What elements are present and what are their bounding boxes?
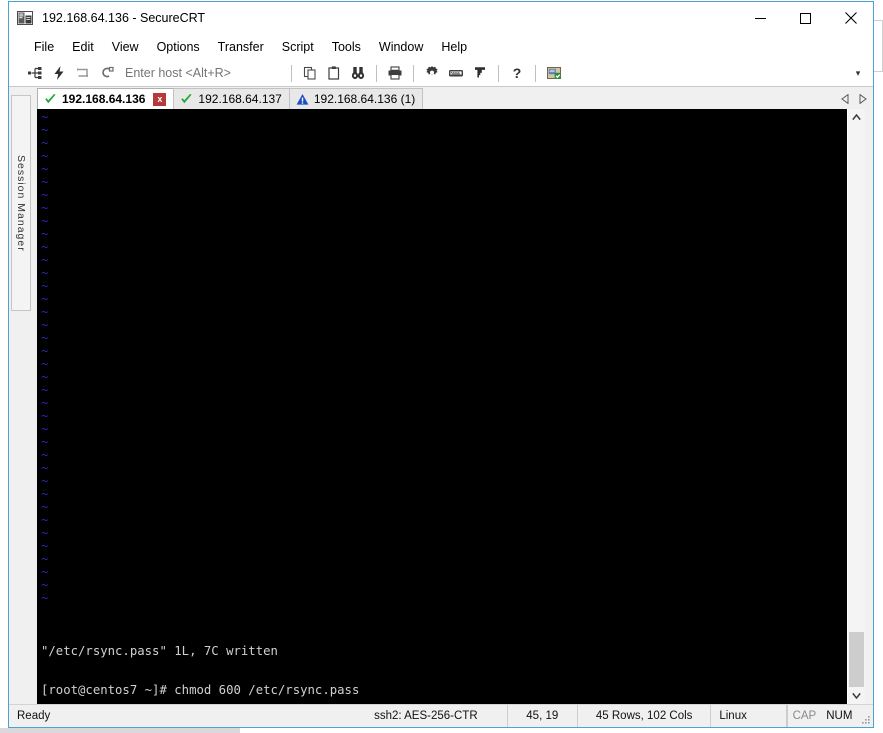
menu-tools[interactable]: Tools	[323, 37, 370, 57]
toolbar-overflow-button[interactable]: ▾	[849, 60, 867, 86]
terminal-line: [root@centos7 ~]# chmod 600 /etc/rsync.p…	[41, 683, 360, 698]
maximize-button[interactable]	[783, 2, 828, 34]
status-emulation: Linux	[711, 705, 787, 727]
menu-help[interactable]: Help	[432, 37, 476, 57]
tab-192-168-64-136-1[interactable]: 192.168.64.136 (1)	[288, 88, 424, 109]
session-manager-label: Session Manager	[15, 154, 27, 252]
tab-navigation	[837, 89, 871, 108]
menu-script[interactable]: Script	[273, 37, 323, 57]
menu-view[interactable]: View	[103, 37, 148, 57]
tab-scroll-right-button[interactable]	[854, 89, 871, 108]
body-area: Session Manager 192.168.64.136 x 192.168…	[9, 87, 873, 704]
toolbar-separator	[376, 64, 377, 82]
tab-close-button[interactable]: x	[153, 92, 167, 106]
menu-file[interactable]: File	[25, 37, 63, 57]
session-options-icon[interactable]	[542, 62, 566, 84]
tab-192-168-64-136[interactable]: 192.168.64.136 x	[37, 88, 175, 109]
scrollbar-thumb[interactable]	[849, 632, 864, 687]
connect-icon[interactable]	[23, 62, 47, 84]
settings-gear-icon[interactable]	[420, 62, 444, 84]
tab-strip: 192.168.64.136 x 192.168.64.137 192.168.…	[33, 87, 873, 109]
terminal-screen[interactable]: ~ ~ ~ ~ ~ ~ ~ ~ ~ ~ ~ ~ ~ ~ ~ ~ ~ ~ ~ ~ …	[37, 109, 847, 704]
tab-192-168-64-137[interactable]: 192.168.64.137	[173, 88, 290, 109]
window-title: 192.168.64.136 - SecureCRT	[42, 11, 206, 25]
status-caps-lock: CAP	[792, 710, 817, 722]
terminal-row: ~ ~ ~ ~ ~ ~ ~ ~ ~ ~ ~ ~ ~ ~ ~ ~ ~ ~ ~ ~ …	[33, 109, 873, 704]
quick-connect-icon[interactable]	[47, 62, 71, 84]
status-ready: Ready	[17, 710, 51, 722]
reconnect-icon[interactable]	[71, 62, 95, 84]
scrollbar-track[interactable]	[848, 126, 865, 687]
chevron-down-icon: ▾	[855, 67, 861, 78]
toolbar-separator	[413, 64, 414, 82]
status-dimensions: 45 Rows, 102 Cols	[578, 705, 712, 727]
close-button[interactable]	[828, 2, 873, 34]
key-icon[interactable]	[468, 62, 492, 84]
window-controls	[738, 2, 873, 34]
menu-bar: File Edit View Options Transfer Script T…	[9, 34, 873, 60]
status-bar: Ready ssh2: AES-256-CTR 45, 19 45 Rows, …	[9, 704, 873, 727]
print-icon[interactable]	[383, 62, 407, 84]
status-cursor-position: 45, 19	[508, 705, 578, 727]
scroll-down-button[interactable]	[848, 687, 865, 704]
terminal-scrollbar[interactable]	[847, 109, 865, 704]
menu-transfer[interactable]: Transfer	[209, 37, 273, 57]
title-bar: 192.168.64.136 - SecureCRT	[9, 2, 873, 34]
paste-icon[interactable]	[322, 62, 346, 84]
window-shadow-strip	[0, 728, 240, 733]
toolbar-separator	[535, 64, 536, 82]
tab-label: 192.168.64.137	[198, 92, 282, 106]
scroll-up-button[interactable]	[848, 109, 865, 126]
menu-edit[interactable]: Edit	[63, 37, 103, 57]
app-icon	[17, 10, 34, 27]
disconnect-icon[interactable]	[95, 62, 119, 84]
session-manager-rail: Session Manager	[9, 87, 33, 704]
status-protocol: ssh2: AES-256-CTR	[345, 705, 508, 727]
main-column: 192.168.64.136 x 192.168.64.137 192.168.…	[33, 87, 873, 704]
vim-empty-line-markers: ~ ~ ~ ~ ~ ~ ~ ~ ~ ~ ~ ~ ~ ~ ~ ~ ~ ~ ~ ~ …	[41, 110, 49, 605]
securecrt-window: 192.168.64.136 - SecureCRT File Edit Vie…	[8, 1, 874, 728]
copy-icon[interactable]	[298, 62, 322, 84]
window-edge-strip	[874, 20, 883, 72]
terminal-output: "/etc/rsync.pass" 1L, 7C written [root@c…	[41, 619, 781, 704]
toolbar-separator	[291, 64, 292, 82]
host-input[interactable]	[125, 66, 285, 80]
tab-label: 192.168.64.136	[62, 92, 146, 106]
check-icon	[44, 93, 57, 106]
menu-window[interactable]: Window	[370, 37, 432, 57]
keyboard-icon[interactable]	[444, 62, 468, 84]
minimize-button[interactable]	[738, 2, 783, 34]
terminal-line: "/etc/rsync.pass" 1L, 7C written	[41, 644, 278, 659]
help-icon[interactable]: ?	[505, 62, 529, 84]
session-manager-tab[interactable]: Session Manager	[11, 95, 31, 311]
find-icon[interactable]	[346, 62, 370, 84]
check-icon	[180, 93, 193, 106]
svg-text:?: ?	[513, 65, 522, 81]
right-gutter	[865, 109, 873, 704]
resize-grip-icon[interactable]	[857, 705, 873, 727]
warning-triangle-icon	[296, 93, 309, 106]
menu-options[interactable]: Options	[148, 37, 209, 57]
status-num-lock: NUM	[826, 710, 853, 722]
tab-scroll-left-button[interactable]	[837, 89, 854, 108]
toolbar-separator	[498, 64, 499, 82]
toolbar: ? ▾	[9, 60, 873, 87]
tab-label: 192.168.64.136 (1)	[313, 92, 416, 106]
